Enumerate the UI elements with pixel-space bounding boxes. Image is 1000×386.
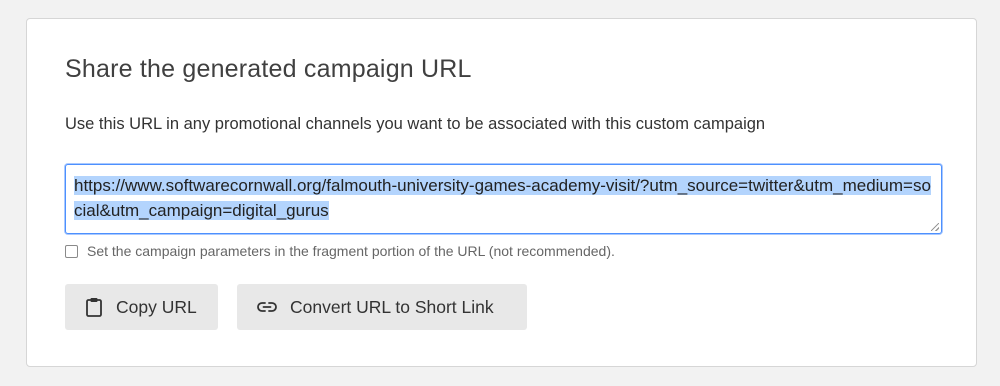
resize-handle-icon[interactable] xyxy=(931,223,939,231)
fragment-checkbox[interactable] xyxy=(65,244,78,258)
generated-url-textarea[interactable]: https://www.softwarecornwall.org/falmout… xyxy=(65,164,942,234)
panel-description: Use this URL in any promotional channels… xyxy=(65,115,766,133)
panel-title: Share the generated campaign URL xyxy=(65,55,472,83)
fragment-option[interactable]: Set the campaign parameters in the fragm… xyxy=(65,243,615,259)
generated-url-text[interactable]: https://www.softwarecornwall.org/falmout… xyxy=(74,176,931,220)
convert-short-link-button[interactable]: Convert URL to Short Link xyxy=(237,284,527,330)
copy-url-button[interactable]: Copy URL xyxy=(65,284,218,330)
share-url-panel: Share the generated campaign URL Use thi… xyxy=(26,18,977,367)
clipboard-icon xyxy=(85,297,103,317)
convert-short-link-label: Convert URL to Short Link xyxy=(290,296,494,317)
link-icon xyxy=(257,301,277,313)
fragment-checkbox-label[interactable]: Set the campaign parameters in the fragm… xyxy=(87,243,615,259)
copy-url-label: Copy URL xyxy=(116,296,197,317)
